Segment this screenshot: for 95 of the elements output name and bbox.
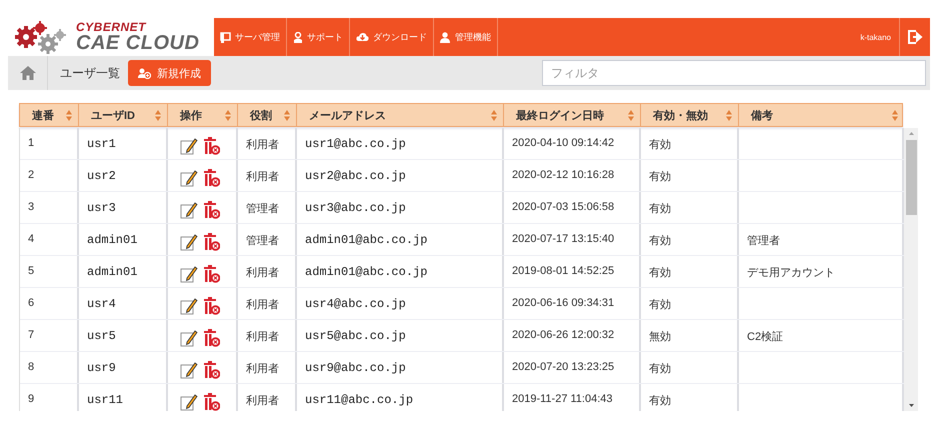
scroll-thumb[interactable]	[906, 140, 916, 215]
table-cell: 2020-02-12 10:16:28	[512, 169, 614, 181]
table-cell: usr3	[87, 201, 116, 215]
table-cell: 2020-06-16 09:34:31	[512, 297, 614, 309]
table-cell: usr4	[87, 297, 116, 311]
column-header[interactable]: ユーザID	[79, 104, 168, 126]
table-cell: 利用者	[246, 363, 279, 375]
table-cell: 管理者	[747, 235, 780, 247]
table-cell: 管理者	[246, 203, 279, 215]
table-cell: 利用者	[246, 171, 279, 183]
table-cell: 2020-07-20 13:23:25	[512, 361, 614, 373]
delete-icon[interactable]	[204, 393, 220, 411]
delete-icon[interactable]	[204, 265, 220, 283]
table-cell: 管理者	[246, 235, 279, 247]
table-cell: 8	[28, 361, 34, 373]
table-cell: 有効	[649, 395, 671, 407]
table-cell: usr11@abc.co.jp	[305, 393, 414, 407]
new-user-button[interactable]: 新規作成	[128, 60, 211, 86]
column-header[interactable]: メールアドレス	[297, 104, 504, 126]
table-cell: 利用者	[246, 331, 279, 343]
table-cell: usr1@abc.co.jp	[305, 137, 406, 151]
table-cell: usr11	[87, 393, 124, 407]
table-cell: 2	[28, 169, 34, 181]
table-cell: 5	[28, 265, 34, 277]
table-cell: 2020-07-17 13:15:40	[512, 233, 614, 245]
table-cell: usr2	[87, 169, 116, 183]
page-title: ユーザ一覧	[60, 64, 120, 82]
table-cell: usr1	[87, 137, 116, 151]
column-header[interactable]: 有効・無効	[641, 104, 739, 126]
table-cell: 4	[28, 233, 34, 245]
table-cell: 2020-06-26 12:00:32	[512, 329, 614, 341]
delete-icon[interactable]	[204, 297, 220, 315]
delete-icon[interactable]	[204, 233, 220, 251]
table-cell: 1	[28, 137, 34, 149]
table-cell: admin01	[87, 265, 138, 279]
filter-field[interactable]: フィルタ	[542, 60, 926, 86]
table-cell: デモ用アカウント	[747, 267, 835, 279]
table-cell: 9	[28, 393, 34, 405]
delete-icon[interactable]	[204, 201, 220, 219]
table-cell: 2020-04-10 09:14:42	[512, 137, 614, 149]
edit-icon[interactable]	[180, 233, 198, 251]
user-icon	[440, 32, 451, 42]
delete-icon[interactable]	[204, 169, 220, 187]
edit-icon[interactable]	[180, 201, 198, 219]
add-user-icon	[138, 68, 151, 78]
table-cell: 6	[28, 297, 34, 309]
edit-icon[interactable]	[180, 329, 198, 347]
table-cell: 有効	[649, 203, 671, 215]
column-header[interactable]: 備考	[739, 104, 904, 126]
logo-text: CYBERNET	[76, 21, 148, 33]
table-cell: usr2@abc.co.jp	[305, 169, 406, 183]
table-cell: usr4@abc.co.jp	[305, 297, 406, 311]
edit-icon[interactable]	[180, 393, 198, 411]
table-cell: 有効	[649, 267, 671, 279]
table-cell: 利用者	[246, 267, 279, 279]
edit-icon[interactable]	[180, 361, 198, 379]
table-cell: usr9@abc.co.jp	[305, 361, 406, 375]
table-cell: admin01	[87, 233, 138, 247]
table-cell: 2019-11-27 11:04:43	[512, 393, 613, 405]
table-cell: 3	[28, 201, 34, 213]
edit-icon[interactable]	[180, 137, 198, 155]
table-cell: 2020-07-03 15:06:58	[512, 201, 614, 213]
table-cell: 利用者	[246, 395, 279, 407]
column-header[interactable]: 最終ログイン日時	[504, 104, 641, 126]
server-icon	[220, 32, 231, 42]
table-cell: admin01@abc.co.jp	[305, 265, 428, 279]
table-cell: 利用者	[246, 299, 279, 311]
column-header[interactable]: 役割	[238, 104, 297, 126]
column-header[interactable]: 操作	[168, 104, 238, 126]
table-cell: 2019-08-01 14:52:25	[512, 265, 614, 277]
table-cell: 有効	[649, 235, 671, 247]
table-cell: usr5@abc.co.jp	[305, 329, 406, 343]
table-cell: admin01@abc.co.jp	[305, 233, 428, 247]
scrollbar[interactable]	[904, 128, 918, 411]
table-cell: 有効	[649, 363, 671, 375]
table-cell: usr9	[87, 361, 116, 375]
person-icon	[293, 32, 303, 42]
table-cell: 利用者	[246, 139, 279, 151]
column-header[interactable]: 連番	[20, 104, 79, 126]
edit-icon[interactable]	[180, 169, 198, 187]
table-cell: 7	[28, 329, 34, 341]
table-cell: usr5	[87, 329, 116, 343]
delete-icon[interactable]	[204, 329, 220, 347]
edit-icon[interactable]	[180, 265, 198, 283]
delete-icon[interactable]	[204, 361, 220, 379]
table-cell: C2検証	[747, 331, 784, 343]
delete-icon[interactable]	[204, 137, 220, 155]
cloud-download-icon	[356, 32, 369, 42]
edit-icon[interactable]	[180, 297, 198, 315]
table-cell: 有効	[649, 139, 671, 151]
table-cell: usr3@abc.co.jp	[305, 201, 406, 215]
table-cell: 有効	[649, 171, 671, 183]
table-cell: 有効	[649, 299, 671, 311]
logo-text: CAE CLOUD	[76, 33, 200, 53]
table-cell: 無効	[649, 331, 671, 343]
